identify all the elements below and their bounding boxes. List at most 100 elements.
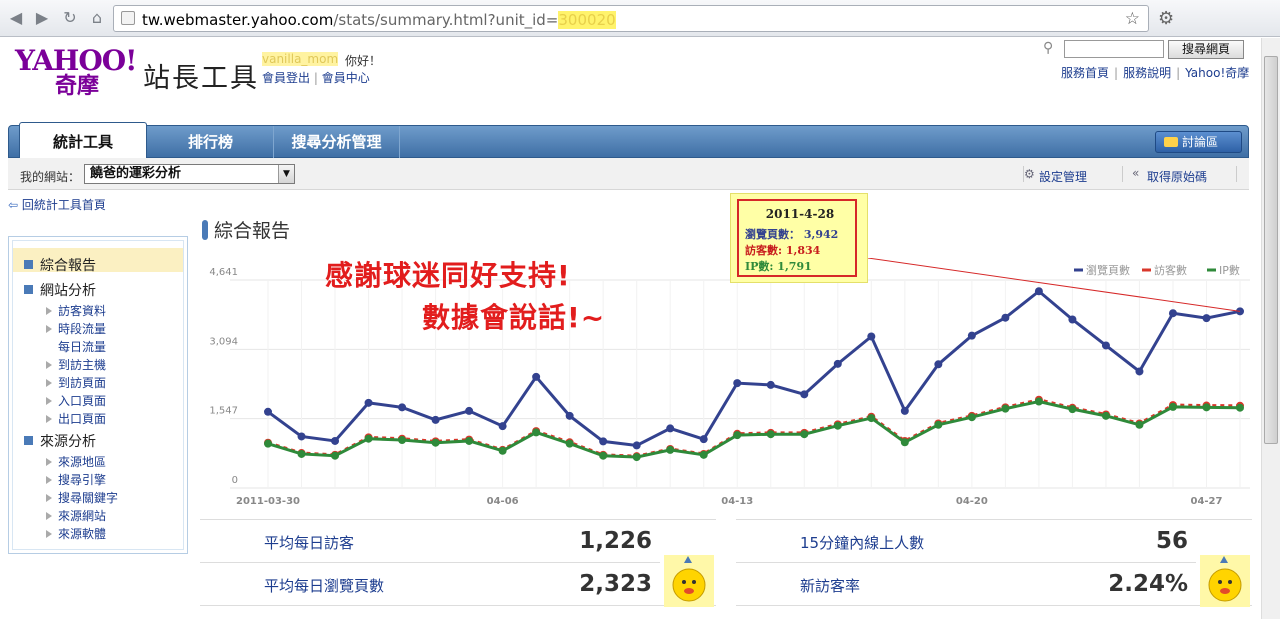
home-icon[interactable]: ⌂ [87,8,107,28]
tab-stats-tools[interactable]: 統計工具 [19,122,147,159]
search-button[interactable]: 搜尋網頁 [1168,40,1244,59]
browser-toolbar: ◀ ▶ ↻ ⌂ tw.webmaster.yahoo.com/stats/sum… [0,0,1280,37]
data-point [1034,397,1043,406]
sidebar-section-site-analysis[interactable]: 網站分析 [24,280,96,300]
data-point [565,439,574,448]
overlay-caption-2: 數據會說話!~ [422,301,606,334]
sidebar-item-label: 出口頁面 [58,412,107,426]
forward-arrow-icon[interactable]: ▶ [32,8,52,28]
data-point [1101,341,1110,350]
site-selector-bar: 我的網站： 饒爸的運彩分析 ▼ ⚙ 設定管理 « 取得原始碼 [8,158,1249,190]
wrench-icon[interactable]: ⚙ [1158,8,1174,29]
tab-rankings[interactable]: 排行榜 [148,126,274,158]
online-15min-label: 15分鐘內線上人數 [800,534,925,552]
url-path: /stats/summary.html?unit_id= [333,11,559,29]
sidebar-item-search-keywords[interactable]: 搜尋關鍵字 [46,489,118,506]
back-link-label: 回統計工具首頁 [21,198,106,212]
y-tick-label: 0 [232,475,238,486]
triangle-right-icon [46,458,52,466]
site-select[interactable]: 饒爸的運彩分析 ▼ [84,164,295,184]
data-point [900,406,909,415]
sidebar-item-exit-pages[interactable]: 出口頁面 [46,410,106,427]
tab-search-analysis[interactable]: 搜尋分析管理 [274,126,400,158]
main-tabbar: 統計工具 排行榜 搜尋分析管理 討論區 [8,122,1249,159]
sidebar-item-entry-pages[interactable]: 入口頁面 [46,392,106,409]
x-tick-label: 04-27 [1190,496,1222,507]
site-label: 我的網站： [20,170,81,184]
data-point [297,449,306,458]
x-tick-label: 04-20 [956,496,988,507]
back-arrow-icon: ⇦ [8,198,19,212]
sidebar-item-daily-traffic[interactable]: 每日流量 [58,338,106,355]
service-help-link[interactable]: 服務說明 [1123,66,1171,80]
square-bullet-icon [24,260,33,269]
back-arrow-icon[interactable]: ◀ [6,8,26,28]
sidebar-item-visit-hosts[interactable]: 到訪主機 [46,356,106,373]
member-center-link[interactable]: 會員中心 [322,71,370,85]
site-title: 站長工具 [143,63,259,94]
series-line-1 [267,398,1241,458]
vertical-scrollbar[interactable] [1261,38,1280,619]
sidebar-item-referrers[interactable]: 來源網站 [46,507,106,524]
sidebar-item-hourly-traffic[interactable]: 時段流量 [46,320,106,337]
data-point [264,439,272,448]
reload-icon[interactable]: ↻ [60,8,80,28]
sidebar-item-search-engines[interactable]: 搜尋引擎 [46,471,106,488]
online-15min-value: 56 [1155,528,1188,554]
get-code-link[interactable]: 取得原始碼 [1147,168,1207,185]
y-tick-label: 3,094 [209,336,238,347]
legend-label: IP數 [1219,264,1240,277]
dropdown-arrow-icon[interactable]: ▼ [278,165,294,183]
legend-label: 瀏覽頁數 [1086,263,1130,277]
data-point [1034,287,1043,296]
data-point [1068,315,1077,324]
data-point [532,428,541,437]
data-point [833,421,842,430]
data-point [1001,404,1010,413]
logout-link[interactable]: 會員登出 [262,71,310,85]
data-point [1135,420,1144,429]
back-to-home-link[interactable]: ⇦ 回統計工具首頁 [8,196,106,213]
sidebar-item-source-software[interactable]: 來源軟體 [46,525,106,542]
url-host: tw.webmaster.yahoo.com [142,11,334,29]
sidebar-section-label: 來源分析 [40,434,96,450]
service-home-link[interactable]: 服務首頁 [1061,66,1109,80]
data-point [498,446,507,455]
divider [200,562,660,563]
code-icon: « [1132,166,1140,180]
data-point [766,380,775,389]
data-point [699,435,708,444]
greeting-username: vanilla_mom [262,52,339,66]
triangle-right-icon [46,530,52,538]
sidebar-item-summary[interactable]: 綜合報告 [24,255,96,275]
data-point [1068,405,1077,414]
data-point [800,390,809,399]
forum-button[interactable]: 討論區 [1155,131,1242,153]
search-input[interactable] [1064,40,1164,58]
data-point [1101,411,1110,420]
sidebar-item-label: 入口頁面 [58,394,107,408]
tooltip-visitors: 訪客數: 1,834 [745,244,821,257]
sidebar-item-visit-pages[interactable]: 到訪頁面 [46,374,106,391]
data-point [364,398,373,407]
yahoo-kimo-link[interactable]: Yahoo!奇摩 [1185,66,1249,80]
settings-link[interactable]: 設定管理 [1039,168,1087,185]
tooltip-pageviews: 瀏覽頁數： 3,942 [745,228,839,241]
address-bar[interactable]: tw.webmaster.yahoo.com/stats/summary.htm… [113,5,1149,32]
bookmark-star-icon[interactable]: ☆ [1125,9,1140,29]
sidebar-item-label: 搜尋關鍵字 [58,491,119,505]
data-point [967,413,976,422]
url-redacted-id: 300020 [558,11,616,29]
data-point [632,453,641,462]
sidebar-section-source-analysis[interactable]: 來源分析 [24,431,96,451]
sidebar-item-source-region[interactable]: 來源地區 [46,453,106,470]
divider [736,519,1252,520]
tooltip-ips: IP數: 1,791 [745,260,812,273]
scrollbar-thumb[interactable] [1264,56,1278,444]
sidebar-item-visitor-data[interactable]: 訪客資料 [46,302,106,319]
data-point [331,436,340,445]
data-point [733,379,742,388]
data-point [934,360,943,369]
y-tick-label: 1,547 [209,406,238,417]
series-line-2 [267,399,1241,459]
